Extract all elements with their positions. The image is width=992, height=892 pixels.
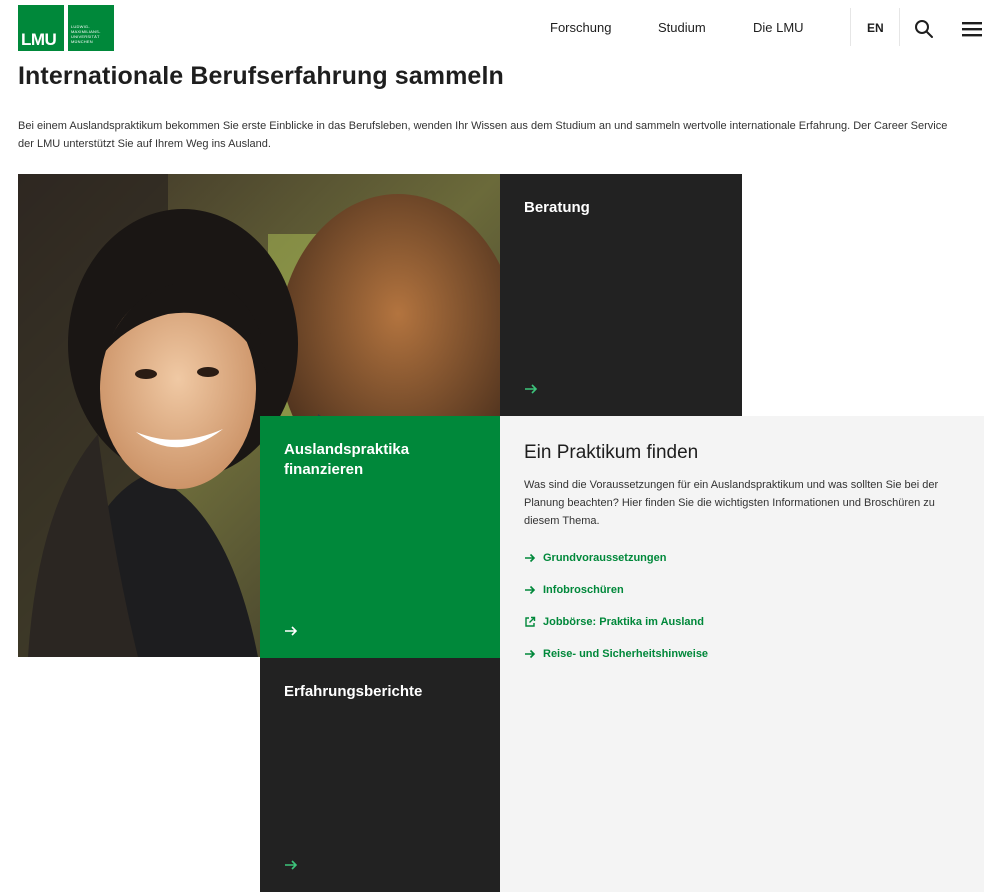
arrow-right-icon — [525, 585, 536, 595]
link-label: Infobroschüren — [543, 584, 624, 596]
nav-die-lmu[interactable]: Die LMU — [753, 20, 804, 35]
nav-forschung[interactable]: Forschung — [550, 20, 611, 35]
language-switch[interactable]: EN — [867, 21, 884, 35]
external-link-icon — [525, 616, 536, 627]
logo-wordmark: LUDWIG- MAXIMILIANS- UNIVERSITÄT MÜNCHEN — [68, 5, 114, 51]
tile-finanzieren[interactable]: Auslandspraktika finanzieren — [260, 416, 500, 658]
logo-abbrev: LMU — [21, 30, 57, 49]
link-infobroschueren[interactable]: Infobroschüren — [524, 574, 960, 606]
lmu-logo[interactable]: LMU LUDWIG- MAXIMILIANS- UNIVERSITÄT MÜN… — [18, 5, 114, 51]
link-jobboerse[interactable]: Jobbörse: Praktika im Ausland — [524, 606, 960, 638]
arrow-right-icon — [525, 649, 536, 659]
info-panel: Ein Praktikum finden Was sind die Voraus… — [500, 416, 984, 892]
logo-mark: LMU — [18, 5, 64, 51]
tile-beratung[interactable]: Beratung — [500, 174, 742, 416]
panel-text: Was sind die Voraussetzungen für ein Aus… — [524, 479, 939, 527]
panel-title: Ein Praktikum finden — [524, 442, 699, 463]
link-grundvoraussetzungen[interactable]: Grundvoraussetzungen — [524, 542, 960, 574]
link-reisehinweise[interactable]: Reise- und Sicherheitshinweise — [524, 638, 960, 670]
intro-text: Bei einem Auslandspraktikum bekommen Sie… — [18, 120, 948, 150]
nav-divider — [899, 8, 900, 46]
nav-studium[interactable]: Studium — [658, 20, 706, 35]
search-icon[interactable] — [913, 18, 935, 40]
tile-title: Beratung — [524, 199, 590, 216]
link-label: Jobbörse: Praktika im Ausland — [543, 616, 704, 628]
nav-divider — [850, 8, 851, 46]
arrow-right-icon — [525, 553, 536, 563]
menu-icon[interactable] — [961, 18, 983, 40]
arrow-right-icon — [525, 384, 538, 394]
logo-subtext: LUDWIG- MAXIMILIANS- UNIVERSITÄT MÜNCHEN — [71, 24, 101, 44]
link-list: Grundvoraussetzungen Infobroschüren Jobb… — [524, 542, 960, 670]
tile-title: Erfahrungsberichte — [284, 683, 423, 700]
arrow-right-icon — [285, 860, 298, 870]
tile-title: Auslandspraktika finanzieren — [284, 441, 410, 478]
link-label: Grundvoraussetzungen — [543, 552, 667, 564]
tile-erfahrungsberichte[interactable]: Erfahrungsberichte — [260, 658, 500, 892]
arrow-right-icon — [285, 626, 298, 636]
link-label: Reise- und Sicherheitshinweise — [543, 648, 709, 660]
page-title: Internationale Berufserfahrung sammeln — [18, 62, 504, 90]
